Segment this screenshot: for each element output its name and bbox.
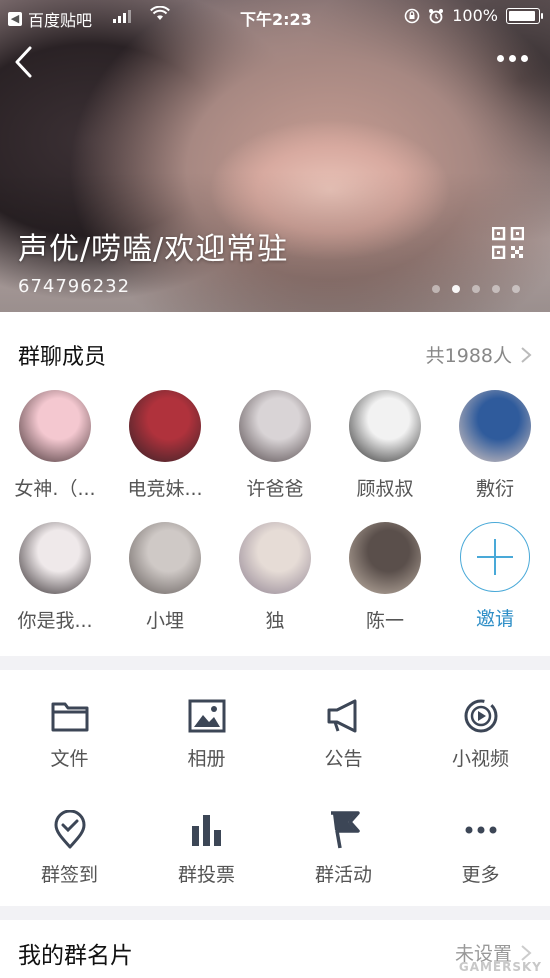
status-bar: ◀ 百度贴吧 下午2:23 100%: [0, 0, 550, 32]
member-name: 许爸爸: [246, 478, 304, 500]
avatar: [349, 522, 421, 594]
more-menu-icon[interactable]: [497, 55, 528, 62]
member-item[interactable]: 许爸爸: [220, 390, 330, 501]
tool-label: 群投票: [177, 864, 235, 886]
tool-files[interactable]: 文件: [1, 698, 138, 771]
avatar: [459, 390, 531, 462]
flag-icon: [330, 811, 360, 849]
invite-button[interactable]: 邀请: [440, 522, 550, 631]
battery-icon: [506, 7, 543, 24]
qr-code-icon[interactable]: [492, 227, 524, 259]
chevron-right-icon: [521, 346, 532, 363]
back-app-label: 百度贴吧: [28, 11, 93, 30]
tool-short-video[interactable]: 小视频: [412, 698, 549, 771]
avatar: [349, 390, 421, 462]
tool-announcement[interactable]: 公告: [275, 698, 412, 771]
member-name: 小埋: [145, 610, 184, 632]
tool-album[interactable]: 相册: [138, 698, 275, 771]
carousel-dot: [432, 285, 440, 293]
member-item[interactable]: 电竞妹...: [110, 390, 220, 501]
back-app-icon: ◀: [8, 12, 22, 26]
megaphone-icon: [327, 699, 356, 733]
members-count-link[interactable]: 共1988人: [426, 341, 532, 368]
member-item[interactable]: 陈一: [330, 522, 440, 633]
video-icon: [464, 699, 497, 733]
members-title: 群聊成员: [18, 345, 107, 370]
checkin-icon: [54, 810, 85, 849]
rotation-lock-icon: [404, 8, 420, 23]
back-to-app[interactable]: ◀ 百度贴吧: [8, 7, 92, 31]
album-icon: [188, 699, 225, 733]
member-item[interactable]: 小埋: [110, 522, 220, 633]
more-icon: [465, 826, 496, 834]
avatar: [19, 522, 91, 594]
tool-label: 小视频: [451, 748, 509, 770]
tool-label: 群签到: [40, 864, 98, 886]
avatar: [239, 390, 311, 462]
alarm-icon: [429, 8, 444, 23]
avatar: [129, 522, 201, 594]
clock: 下午2:23: [240, 10, 312, 29]
tool-label: 文件: [50, 748, 89, 770]
member-item[interactable]: 独: [220, 522, 330, 633]
member-name: 敷衍: [475, 478, 514, 500]
tool-label: 相册: [187, 748, 226, 770]
member-name: 电竞妹...: [127, 478, 203, 500]
back-arrow-icon[interactable]: [12, 44, 36, 80]
group-tools: 文件 相册 公告 小视频 群签到 群投票 群活动 更多: [0, 670, 550, 906]
invite-label: 邀请: [475, 608, 514, 630]
vote-icon: [191, 815, 221, 846]
plus-icon: [460, 522, 530, 592]
signal-icon: [113, 10, 131, 23]
my-group-card-title: 我的群名片: [18, 943, 133, 969]
member-item[interactable]: 敷衍: [440, 390, 550, 501]
tool-label: 公告: [324, 748, 363, 770]
tool-checkin[interactable]: 群签到: [1, 810, 138, 887]
member-item[interactable]: 你是我...: [0, 522, 110, 633]
member-name: 顾叔叔: [356, 478, 414, 500]
member-name: 陈一: [365, 610, 404, 632]
member-name: 女神.（...: [14, 478, 96, 500]
avatar: [19, 390, 91, 462]
member-item[interactable]: 女神.（...: [0, 390, 110, 501]
tool-label: 更多: [461, 864, 500, 886]
member-name: 你是我...: [17, 610, 93, 632]
tool-label: 群活动: [314, 864, 372, 886]
tool-activity[interactable]: 群活动: [275, 810, 412, 887]
wifi-icon: [150, 6, 170, 20]
member-item[interactable]: 顾叔叔: [330, 390, 440, 501]
avatar: [239, 522, 311, 594]
members-count: 共1988人: [425, 345, 512, 367]
carousel-dot: [512, 285, 520, 293]
member-name: 独: [265, 610, 285, 632]
avatar: [129, 390, 201, 462]
carousel-dot: [452, 285, 460, 293]
group-name: 声优/唠嗑/欢迎常驻: [18, 232, 289, 267]
carousel-indicator: [432, 285, 520, 293]
battery-percent: 100%: [452, 6, 498, 25]
carousel-dot: [492, 285, 500, 293]
watermark: GAMERSKY: [458, 960, 542, 974]
folder-icon: [51, 702, 88, 732]
tool-more[interactable]: 更多: [412, 810, 549, 887]
chevron-right-icon: [521, 944, 532, 961]
group-id: 674796232: [18, 276, 131, 297]
carousel-dot: [472, 285, 480, 293]
tool-vote[interactable]: 群投票: [138, 810, 275, 887]
members-section: 群聊成员 共1988人 女神.（... 电竞妹... 许爸爸 顾叔叔 敷衍你是我... 小…: [0, 312, 550, 656]
